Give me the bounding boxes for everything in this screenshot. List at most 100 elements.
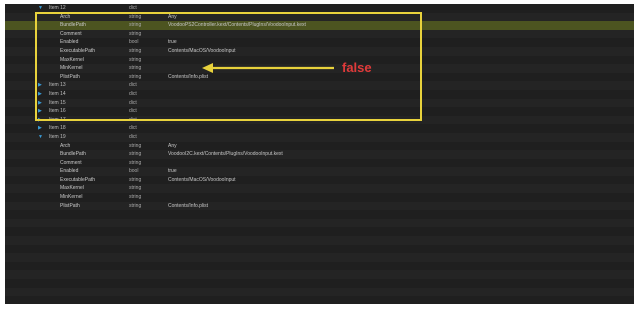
- key-cell[interactable]: Enabled: [60, 38, 135, 47]
- plist-item-row[interactable]: ▶ Item 17 dict: [5, 115, 634, 125]
- key-cell[interactable]: Item 13: [49, 81, 124, 90]
- type-cell[interactable]: string: [129, 56, 169, 65]
- type-cell[interactable]: string: [129, 150, 169, 159]
- type-cell[interactable]: string: [129, 176, 169, 185]
- empty-row: [5, 210, 634, 219]
- value-cell[interactable]: Contents/MacOS/VoodooInput: [168, 47, 428, 56]
- empty-row: [5, 270, 634, 279]
- empty-row: [5, 244, 634, 254]
- plist-key-row[interactable]: BundlePath string VoodooPS2Controller.kext…: [5, 21, 634, 30]
- key-cell[interactable]: Arch: [60, 142, 135, 151]
- key-cell[interactable]: Comment: [60, 159, 135, 168]
- type-cell[interactable]: bool: [129, 38, 169, 47]
- empty-row: [5, 218, 634, 228]
- plist-key-row[interactable]: MaxKernel string: [5, 184, 634, 194]
- type-cell[interactable]: string: [129, 73, 169, 82]
- value-cell[interactable]: Contents/MacOS/VoodooInput: [168, 176, 428, 185]
- plist-item-row[interactable]: ▼ Item 12 dict: [5, 4, 634, 13]
- type-cell[interactable]: dict: [129, 4, 169, 13]
- key-cell[interactable]: Item 15: [49, 99, 124, 108]
- key-cell[interactable]: PlistPath: [60, 202, 135, 211]
- type-cell[interactable]: string: [129, 30, 169, 39]
- plist-key-row[interactable]: ExecutablePath string Contents/MacOS/Voodo…: [5, 46, 634, 56]
- plist-item-row[interactable]: ▶ Item 18 dict: [5, 124, 634, 133]
- plist-key-row[interactable]: PlistPath string Contents/Info.plist: [5, 201, 634, 211]
- type-cell[interactable]: string: [129, 142, 169, 151]
- plist-key-row[interactable]: Enabled bool true: [5, 38, 634, 47]
- disclosure-closed-icon[interactable]: ▶: [38, 117, 42, 123]
- left-arrow-icon: [202, 63, 334, 73]
- plist-item-row[interactable]: ▼ Item 19 dict: [5, 132, 634, 142]
- key-cell[interactable]: Item 14: [49, 90, 124, 99]
- type-cell[interactable]: string: [129, 47, 169, 56]
- key-cell[interactable]: ExecutablePath: [60, 47, 135, 56]
- type-cell[interactable]: string: [129, 64, 169, 73]
- key-cell[interactable]: PlistPath: [60, 73, 135, 82]
- disclosure-closed-icon[interactable]: ▶: [38, 91, 42, 97]
- plist-key-row[interactable]: Arch string Any: [5, 12, 634, 22]
- type-cell[interactable]: string: [129, 193, 169, 202]
- type-cell[interactable]: string: [129, 13, 169, 22]
- plist-key-row[interactable]: Comment string: [5, 158, 634, 168]
- key-cell[interactable]: BundlePath: [60, 150, 135, 159]
- value-cell[interactable]: Contents/Info.plist: [168, 202, 428, 211]
- disclosure-closed-icon[interactable]: ▶: [38, 109, 42, 114]
- plist-key-row[interactable]: Comment string: [5, 29, 634, 39]
- type-cell[interactable]: string: [129, 159, 169, 168]
- value-cell[interactable]: Contents/Info.plist: [168, 73, 428, 82]
- key-cell[interactable]: MinKernel: [60, 193, 135, 202]
- type-cell[interactable]: dict: [129, 99, 169, 108]
- value-cell[interactable]: VoodooPS2Controller.kext/Contents/PlugIn…: [168, 21, 428, 30]
- disclosure-closed-icon[interactable]: ▶: [38, 126, 42, 131]
- empty-row: [5, 261, 634, 271]
- key-cell[interactable]: Comment: [60, 30, 135, 39]
- disclosure-open-icon[interactable]: ▼: [38, 134, 43, 140]
- value-cell[interactable]: Any: [168, 13, 428, 22]
- value-cell[interactable]: VoodooI2C.kext/Contents/PlugIns/VoodooIn…: [168, 150, 428, 159]
- type-cell[interactable]: string: [129, 184, 169, 193]
- type-cell[interactable]: dict: [129, 107, 169, 116]
- key-cell[interactable]: Item 17: [49, 116, 124, 125]
- type-cell[interactable]: dict: [129, 133, 169, 142]
- key-cell[interactable]: ExecutablePath: [60, 176, 135, 185]
- plist-editor-table: ▼ Item 12 dict Arch string Any BundlePath strin…: [5, 4, 634, 304]
- type-cell[interactable]: dict: [129, 90, 169, 99]
- empty-row: [5, 279, 634, 288]
- type-cell[interactable]: dict: [129, 81, 169, 90]
- key-cell[interactable]: Item 12: [49, 4, 124, 13]
- plist-rows: ▼ Item 12 dict Arch string Any BundlePath strin…: [5, 4, 634, 304]
- key-cell[interactable]: MaxKernel: [60, 184, 135, 193]
- type-cell[interactable]: bool: [129, 167, 169, 176]
- key-cell[interactable]: Item 19: [49, 133, 124, 142]
- plist-item-row[interactable]: ▶ Item 15 dict: [5, 98, 634, 108]
- type-cell[interactable]: dict: [129, 124, 169, 133]
- value-cell[interactable]: Any: [168, 142, 428, 151]
- type-cell[interactable]: string: [129, 21, 169, 30]
- plist-item-row[interactable]: ▶ Item 14 dict: [5, 89, 634, 99]
- plist-key-row[interactable]: PlistPath string Contents/Info.plist: [5, 72, 634, 82]
- plist-item-row[interactable]: ▶ Item 13 dict: [5, 81, 634, 90]
- empty-row: [5, 227, 634, 237]
- key-cell[interactable]: Item 16: [49, 107, 124, 116]
- key-cell[interactable]: BundlePath: [60, 21, 135, 30]
- key-cell[interactable]: Item 18: [49, 124, 124, 133]
- plist-key-row[interactable]: BundlePath string VoodooI2C.kext/Contents/…: [5, 150, 634, 159]
- type-cell[interactable]: dict: [129, 116, 169, 125]
- key-cell[interactable]: Arch: [60, 13, 135, 22]
- key-cell[interactable]: MinKernel: [60, 64, 135, 73]
- key-cell[interactable]: Enabled: [60, 167, 135, 176]
- disclosure-closed-icon[interactable]: ▶: [38, 83, 42, 88]
- plist-key-row[interactable]: Arch string Any: [5, 141, 634, 151]
- plist-key-row[interactable]: ExecutablePath string Contents/MacOS/Voodo…: [5, 175, 634, 185]
- plist-item-row[interactable]: ▶ Item 16 dict: [5, 107, 634, 116]
- empty-row: [5, 253, 634, 262]
- disclosure-open-icon[interactable]: ▼: [38, 6, 43, 11]
- plist-key-row[interactable]: Enabled bool true: [5, 167, 634, 176]
- empty-row: [5, 236, 634, 245]
- plist-key-row[interactable]: MinKernel string: [5, 193, 634, 202]
- key-cell[interactable]: MaxKernel: [60, 56, 135, 65]
- value-cell[interactable]: true: [168, 38, 428, 47]
- disclosure-closed-icon[interactable]: ▶: [38, 100, 42, 106]
- type-cell[interactable]: string: [129, 202, 169, 211]
- value-cell[interactable]: true: [168, 167, 428, 176]
